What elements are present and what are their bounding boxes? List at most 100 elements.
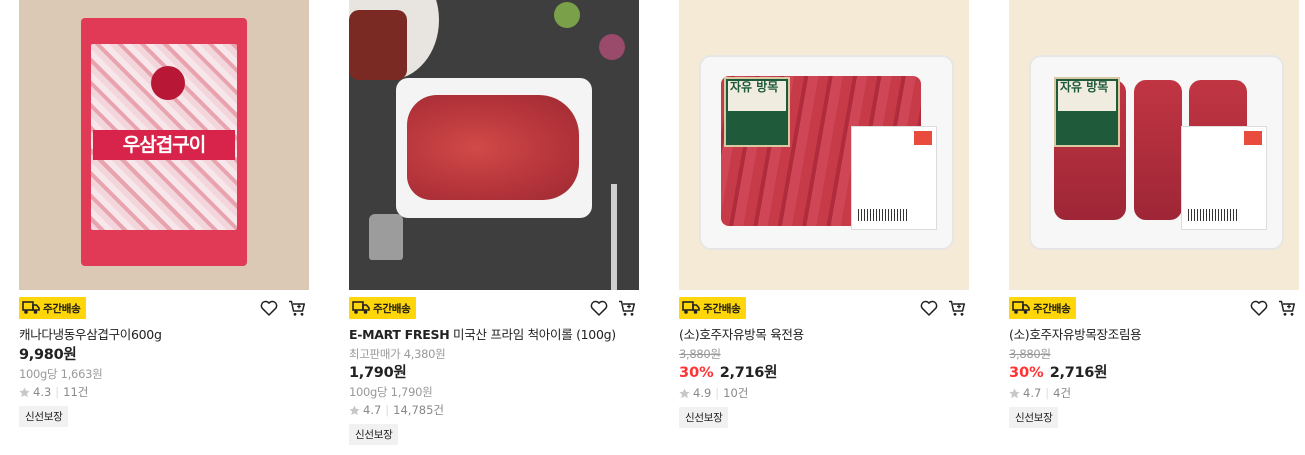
rating-row: 4.3 | 11건 [19, 384, 309, 400]
product-card[interactable]: 주간배송 E-MART FRESH 미국산 프라임 척아이롤 (100g) 최고… [349, 0, 639, 445]
free-range-label: 자유 방목 [724, 77, 790, 147]
weekly-delivery-label: 주간배송 [43, 302, 81, 315]
weekly-delivery-badge: 주간배송 [679, 297, 747, 319]
truck-icon [352, 301, 370, 314]
brussels-sprout [554, 2, 580, 28]
weekly-delivery-badge: 주간배송 [1009, 297, 1077, 319]
price-row: 9,980원 [19, 345, 309, 365]
rating-row: 4.7 | 14,785건 [349, 402, 639, 418]
weekly-delivery-label: 주간배송 [373, 302, 411, 315]
rating-row: 4.9 | 10건 [679, 385, 969, 401]
brand-name: E-MART FRESH [349, 327, 450, 342]
card-toolbar: 주간배송 [679, 292, 969, 324]
highest-sale-price: 최고판매가 4,380원 [349, 347, 446, 361]
product-name: 미국산 프라임 척아이롤 (100g) [453, 327, 616, 342]
truck-icon [22, 301, 40, 314]
pepper-shaker [369, 214, 403, 260]
card-toolbar: 주간배송 [1009, 292, 1299, 324]
price-row: 30% 2,716원 [1009, 363, 1299, 383]
add-to-cart-button[interactable] [285, 296, 309, 320]
add-to-cart-button[interactable] [1275, 296, 1299, 320]
product-image[interactable]: 자유 방목 [679, 0, 969, 290]
review-count: 10건 [723, 386, 749, 400]
discount-rate: 30% [679, 365, 714, 381]
original-price: 3,880원 [1009, 347, 1051, 361]
product-image[interactable] [349, 0, 639, 290]
freshness-badge: 신선보장 [1009, 407, 1059, 428]
freshness-badge: 신선보장 [679, 407, 729, 428]
original-price: 3,880원 [679, 347, 721, 361]
card-toolbar: 주간배송 [349, 292, 639, 324]
heart-icon [920, 300, 938, 316]
sale-price: 2,716원 [719, 365, 778, 381]
heart-icon [590, 300, 608, 316]
truck-icon [682, 301, 700, 314]
beef-block [1134, 80, 1182, 220]
package-label: 우삼겹구이 [93, 130, 235, 160]
rating-value: 4.7 [363, 403, 382, 417]
star-icon [19, 386, 30, 397]
unit-price: 100g당 1,663원 [19, 367, 103, 381]
star-icon [1009, 387, 1020, 398]
rating-row: 4.7 | 4건 [1009, 385, 1299, 401]
brand-logo [151, 66, 185, 100]
weekly-delivery-label: 주간배송 [1033, 302, 1071, 315]
freshness-badge: 신선보장 [349, 424, 399, 445]
product-sticker [851, 126, 937, 230]
product-title[interactable]: 캐나다냉동우삼겹구이600g [19, 326, 309, 344]
steak [407, 95, 579, 200]
wishlist-button[interactable] [587, 296, 611, 320]
wishlist-button[interactable] [257, 296, 281, 320]
product-sticker [1181, 126, 1267, 230]
add-to-cart-button[interactable] [615, 296, 639, 320]
rating-value: 4.9 [693, 386, 712, 400]
product-title[interactable]: E-MART FRESH 미국산 프라임 척아이롤 (100g) [349, 326, 639, 344]
freshness-badge: 신선보장 [19, 406, 69, 427]
wishlist-button[interactable] [917, 296, 941, 320]
price-row: 1,790원 [349, 363, 639, 383]
card-toolbar: 주간배송 [19, 292, 309, 324]
star-icon [349, 404, 360, 415]
barcode [1188, 209, 1238, 221]
cart-icon [949, 300, 966, 316]
rating-value: 4.7 [1023, 386, 1042, 400]
garnish [599, 34, 625, 60]
cart-icon [289, 300, 306, 316]
weekly-delivery-badge: 주간배송 [19, 297, 87, 319]
weekly-delivery-badge: 주간배송 [349, 297, 417, 319]
heart-icon [260, 300, 278, 316]
cart-icon [1279, 300, 1296, 316]
price-row: 30% 2,716원 [679, 363, 969, 383]
divider: | [385, 403, 390, 417]
review-count: 4건 [1053, 386, 1072, 400]
package-illustration: 우삼겹구이 [81, 18, 247, 266]
divider: | [1045, 386, 1050, 400]
discount-rate: 30% [1009, 365, 1044, 381]
fork [611, 184, 617, 290]
divider: | [715, 386, 720, 400]
product-image[interactable]: 우삼겹구이 [19, 0, 309, 290]
sale-price: 1,790원 [349, 365, 407, 381]
truck-icon [1012, 301, 1030, 314]
add-to-cart-button[interactable] [945, 296, 969, 320]
barcode [858, 209, 908, 221]
review-count: 14,785건 [393, 403, 444, 417]
heart-icon [1250, 300, 1268, 316]
product-card[interactable]: 자유 방목 주간배송 (소)호주자유방목 육전용 3,880원 30% 2,71… [679, 0, 969, 428]
product-card[interactable]: 우삼겹구이 주간배송 캐나다냉동우삼겹구이600g 9,980원 100g당 1… [19, 0, 309, 427]
wishlist-button[interactable] [1247, 296, 1271, 320]
product-image[interactable]: 자유 방목 [1009, 0, 1299, 290]
weekly-delivery-label: 주간배송 [703, 302, 741, 315]
sale-price: 2,716원 [1049, 365, 1108, 381]
product-title[interactable]: (소)호주자유방목장조림용 [1009, 326, 1299, 344]
rating-value: 4.3 [33, 385, 52, 399]
unit-price: 100g당 1,790원 [349, 385, 433, 399]
divider: | [55, 385, 60, 399]
review-count: 11건 [63, 385, 89, 399]
star-icon [679, 387, 690, 398]
product-card[interactable]: 자유 방목 주간배송 (소)호주자유방목장조림용 3,880원 30% 2,71… [1009, 0, 1299, 428]
sale-price: 9,980원 [19, 347, 77, 363]
product-title[interactable]: (소)호주자유방목 육전용 [679, 326, 969, 344]
free-range-label: 자유 방목 [1054, 77, 1120, 147]
cart-icon [619, 300, 636, 316]
